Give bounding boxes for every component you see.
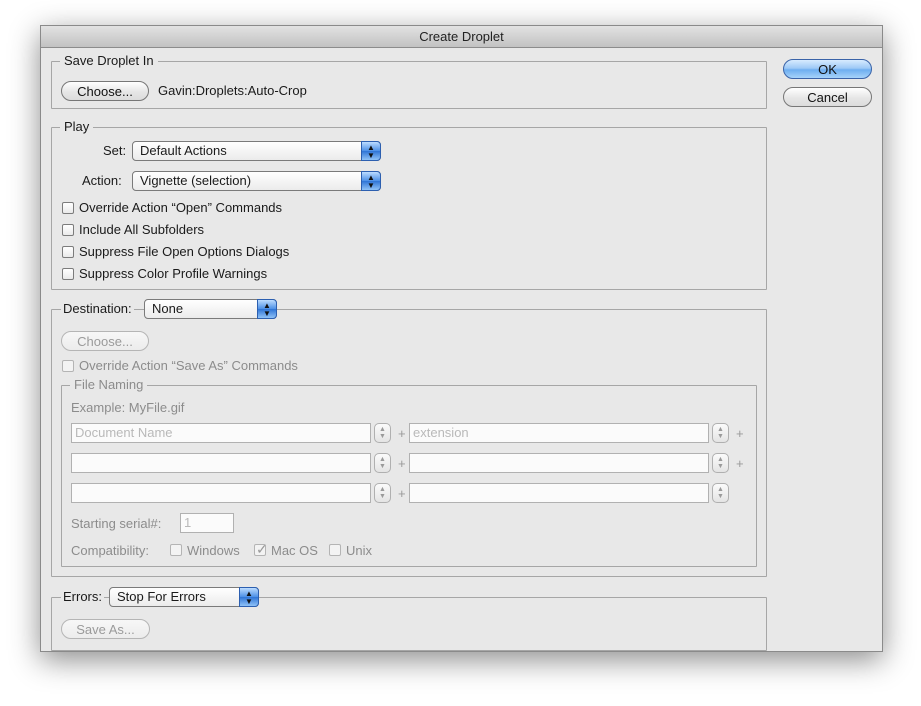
action-popup-value: Vignette (selection) — [140, 173, 252, 188]
action-popup[interactable]: Vignette (selection) ▲ ▼ — [132, 171, 381, 191]
suppress-profile-warnings-checkbox[interactable] — [62, 268, 74, 280]
window-title: Create Droplet — [41, 26, 882, 48]
stepper-icon[interactable]: ▲ ▼ — [374, 483, 391, 503]
naming-field-2-left[interactable] — [71, 453, 371, 473]
ok-button[interactable]: OK — [783, 59, 872, 79]
save-droplet-in-legend: Save Droplet In — [64, 53, 154, 68]
create-droplet-dialog: Create Droplet OK Cancel Save Droplet In… — [40, 25, 883, 652]
set-label: Set: — [103, 143, 127, 158]
include-subfolders-label: Include All Subfolders — [79, 222, 205, 237]
compat-macos-checkbox[interactable]: ✓ — [254, 541, 268, 557]
popup-arrows-icon: ▲ ▼ — [361, 171, 381, 191]
naming-field-1-left[interactable]: Document Name — [71, 423, 371, 443]
destination-choose-button[interactable]: Choose... — [61, 331, 149, 351]
override-open-checkbox[interactable] — [62, 202, 74, 214]
save-in-path: Gavin:Droplets:Auto-Crop — [158, 83, 307, 98]
naming-field-2-right[interactable] — [409, 453, 709, 473]
suppress-profile-warnings-label: Suppress Color Profile Warnings — [79, 266, 268, 281]
destination-popup-value: None — [152, 301, 184, 316]
save-in-choose-button[interactable]: Choose... — [61, 81, 149, 101]
suppress-open-dialogs-checkbox[interactable] — [62, 246, 74, 258]
naming-field-1-right[interactable]: extension — [409, 423, 709, 443]
compat-macos-label: Mac OS — [271, 543, 318, 558]
stepper-icon[interactable]: ▲ ▼ — [374, 453, 391, 473]
plus-sign: + — [736, 426, 744, 441]
plus-sign: + — [398, 426, 406, 441]
plus-sign: + — [398, 486, 406, 501]
starting-serial-label: Starting serial#: — [71, 516, 162, 531]
set-popup[interactable]: Default Actions ▲ ▼ — [132, 141, 381, 161]
compat-unix-checkbox[interactable] — [329, 544, 341, 556]
compat-windows-checkbox[interactable] — [170, 544, 182, 556]
stepper-icon[interactable]: ▲ ▼ — [712, 453, 729, 473]
action-label: Action: — [82, 173, 122, 188]
stepper-icon[interactable]: ▲ ▼ — [374, 423, 391, 443]
compat-windows-label: Windows — [187, 543, 240, 558]
popup-arrows-icon: ▲ ▼ — [239, 587, 259, 607]
checkmark-icon: ✓ — [256, 541, 268, 557]
include-subfolders-checkbox[interactable] — [62, 224, 74, 236]
suppress-open-dialogs-label: Suppress File Open Options Dialogs — [79, 244, 290, 259]
errors-save-as-button[interactable]: Save As... — [61, 619, 150, 639]
destination-popup[interactable]: None ▲ ▼ — [144, 299, 277, 319]
starting-serial-input[interactable]: 1 — [180, 513, 234, 533]
override-open-label: Override Action “Open” Commands — [79, 200, 283, 215]
override-save-as-label: Override Action “Save As” Commands — [79, 358, 298, 373]
file-naming-legend: File Naming — [74, 377, 144, 392]
stepper-icon[interactable]: ▲ ▼ — [712, 483, 729, 503]
override-save-as-checkbox[interactable] — [62, 360, 74, 372]
file-naming-example: Example: MyFile.gif — [71, 400, 185, 415]
set-popup-value: Default Actions — [140, 143, 227, 158]
errors-label: Errors: — [61, 589, 104, 604]
plus-sign: + — [736, 456, 744, 471]
compat-unix-label: Unix — [346, 543, 373, 558]
compatibility-label: Compatibility: — [71, 543, 150, 558]
destination-label: Destination: — [61, 301, 134, 316]
errors-popup[interactable]: Stop For Errors ▲ ▼ — [109, 587, 259, 607]
plus-sign: + — [398, 456, 406, 471]
cancel-button[interactable]: Cancel — [783, 87, 872, 107]
play-legend: Play — [64, 119, 90, 134]
popup-arrows-icon: ▲ ▼ — [257, 299, 277, 319]
popup-arrows-icon: ▲ ▼ — [361, 141, 381, 161]
naming-field-3-left[interactable] — [71, 483, 371, 503]
naming-field-3-right[interactable] — [409, 483, 709, 503]
save-droplet-in-group: Save Droplet In — [51, 53, 767, 109]
stepper-icon[interactable]: ▲ ▼ — [712, 423, 729, 443]
errors-popup-value: Stop For Errors — [117, 589, 206, 604]
